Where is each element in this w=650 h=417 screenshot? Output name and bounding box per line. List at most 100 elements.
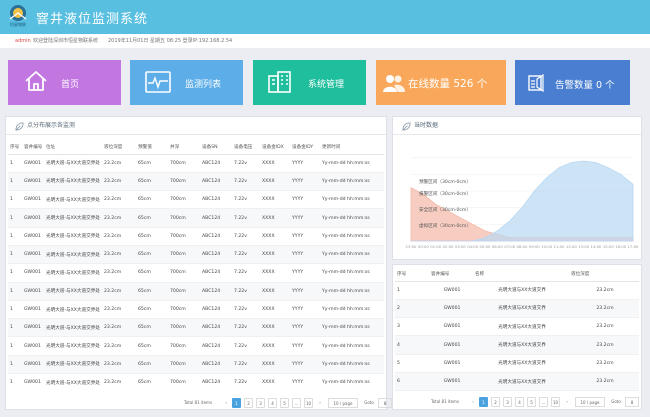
table-row[interactable]: 1 GW001 光明大道-与XX大道交界处 23.2cm 65cm 700cm ABC124… bbox=[8, 190, 384, 210]
tile-alarm-count[interactable]: 告警数量 0 个 bbox=[515, 60, 630, 105]
prev-page-icon[interactable]: ‹ bbox=[469, 397, 477, 407]
column-header: 窨井编号 bbox=[429, 268, 473, 282]
table-cell: 1 bbox=[8, 154, 22, 173]
table-row[interactable]: 1 GW001 光明大道-与XX大道交界处 23.2cm 65cm 700cm ABC124… bbox=[8, 172, 384, 192]
table-cell: ABC124 bbox=[200, 154, 232, 173]
page-button[interactable]: 2 bbox=[244, 398, 253, 408]
table-row[interactable]: 1 GW001 光明大道-与XX大道交界处 23.2cm 65cm 700cm ABC124… bbox=[8, 336, 384, 356]
table-cell: 3 bbox=[395, 317, 429, 337]
table-cell: 23.2cm bbox=[102, 263, 136, 283]
table-cell: ABC124 bbox=[200, 355, 232, 375]
device-table-header: 序号 窨井编号 位址 液位深度 预警值 井深 设备SN 设备电压 设备金IDX 设备金IDY 更新时… bbox=[8, 141, 384, 155]
table-cell: 23.2cm bbox=[102, 208, 136, 228]
x-tick-label: 04:00 bbox=[467, 244, 479, 249]
table-cell: 光明大道与XX大道交界 bbox=[473, 354, 569, 373]
table-cell: XXXX bbox=[260, 373, 290, 391]
table-cell: 65cm bbox=[136, 227, 168, 246]
tile-online-count[interactable]: 在线数量 526 个 bbox=[376, 60, 506, 105]
page-button[interactable]: 1 bbox=[479, 397, 488, 407]
table-cell: 光明大道与XX大道交界 bbox=[473, 317, 569, 337]
per-page-select[interactable]: 10 / page bbox=[575, 397, 605, 407]
next-page-icon[interactable]: › bbox=[316, 398, 324, 408]
page-button[interactable]: 10 bbox=[551, 397, 560, 407]
tile-home[interactable]: 首页 bbox=[8, 60, 121, 105]
prev-page-icon[interactable]: ‹ bbox=[222, 398, 230, 408]
table-cell: 1 bbox=[8, 300, 22, 320]
tile-system-manage[interactable]: 系统管理 bbox=[253, 60, 366, 105]
well-list-panel: 序号 窨井编号 名称 液位深度 1 GW001 光明大道与XX大道交界 23.2cm 2 GW0… bbox=[392, 264, 642, 410]
tile-monitor-list[interactable]: 监测列表 bbox=[130, 60, 243, 105]
table-row[interactable]: 2 GW001 光明大道与XX大道交界 23.2cm bbox=[395, 299, 639, 319]
page-button[interactable]: 1 bbox=[232, 398, 241, 408]
table-row[interactable]: 6 GW001 光明大道与XX大道交界 23.2cm bbox=[395, 372, 639, 392]
liquid-level-chart: 23:00 00:00 01:00 02:00 03:00 04:00 05:00 06:00… bbox=[406, 157, 639, 249]
page-button[interactable]: 4 bbox=[515, 397, 524, 407]
table-cell: 700cm bbox=[168, 208, 200, 228]
table-cell: 65cm bbox=[136, 172, 168, 192]
table-row[interactable]: 1 GW001 光明大道-与XX大道交界处 23.2cm 65cm 700cm ABC124… bbox=[8, 227, 384, 246]
page-button[interactable]: 5 bbox=[280, 398, 289, 408]
table-row[interactable]: 5 GW001 光明大道与XX大道交界 23.2cm bbox=[395, 354, 639, 373]
table-cell: 700cm bbox=[168, 355, 200, 375]
table-cell: 1 bbox=[8, 373, 22, 391]
device-list-header: 点分布展示各监测 bbox=[6, 117, 386, 135]
page-button[interactable]: 10 bbox=[304, 398, 313, 408]
page-button[interactable]: 2 bbox=[491, 397, 500, 407]
realtime-chart-title: 当时数据 bbox=[414, 122, 439, 129]
table-cell: XXXX bbox=[260, 154, 290, 173]
table-cell: 光明大道-与XX大道交界处 bbox=[44, 300, 102, 320]
goto-input[interactable]: 8 bbox=[625, 397, 639, 407]
table-cell: 7.22v bbox=[232, 282, 260, 301]
table-cell: ABC124 bbox=[200, 373, 232, 391]
table-row[interactable]: 1 GW001 光明大道-与XX大道交界处 23.2cm 65cm 700cm ABC124… bbox=[8, 154, 384, 173]
table-cell: GW001 bbox=[22, 172, 44, 192]
x-tick-label: 10:00 bbox=[541, 244, 553, 249]
column-header: 序号 bbox=[395, 268, 429, 282]
next-page-icon[interactable]: › bbox=[563, 397, 571, 407]
table-cell: YYYY bbox=[290, 172, 320, 192]
page-button[interactable]: 3 bbox=[256, 398, 265, 408]
tile-monitor-label: 监测列表 bbox=[185, 80, 222, 90]
table-row[interactable]: 1 GW001 光明大道-与XX大道交界处 23.2cm 65cm 700cm ABC124… bbox=[8, 245, 384, 265]
well-table-wrap: 序号 窨井编号 名称 液位深度 1 GW001 光明大道与XX大道交界 23.2cm 2 GW0… bbox=[395, 268, 639, 393]
table-cell: 65cm bbox=[136, 336, 168, 356]
table-cell: 1 bbox=[8, 355, 22, 375]
table-row[interactable]: 4 GW001 光明大道与XX大道交界 23.2cm bbox=[395, 335, 639, 355]
table-cell: XXXX bbox=[260, 172, 290, 192]
table-row[interactable]: 1 GW001 光明大道-与XX大道交界处 23.2cm 65cm 700cm ABC124… bbox=[8, 300, 384, 320]
table-cell: XXXX bbox=[260, 208, 290, 228]
per-page-select[interactable]: 10 / page bbox=[328, 398, 358, 408]
table-cell: 光明大道-与XX大道交界处 bbox=[44, 154, 102, 173]
table-row[interactable]: 1 GW001 光明大道-与XX大道交界处 23.2cm 65cm 700cm ABC124… bbox=[8, 208, 384, 228]
pagination-total: Total 81 items bbox=[430, 399, 460, 404]
login-datetime: 2019年11月01日 星期五 08:25 登录IP:192.168.2.54 bbox=[108, 38, 233, 44]
table-row[interactable]: 1 GW001 光明大道-与XX大道交界处 23.2cm 65cm 700cm ABC124… bbox=[8, 318, 384, 338]
table-cell: 23.2cm bbox=[569, 335, 639, 355]
well-table-body: 1 GW001 光明大道与XX大道交界 23.2cm 2 GW001 光明大道与XX大道交界… bbox=[395, 281, 639, 393]
column-header: 窨井编号 bbox=[22, 141, 44, 155]
table-cell: 65cm bbox=[136, 208, 168, 228]
goto-input[interactable]: 8 bbox=[378, 398, 392, 408]
table-row[interactable]: 1 GW001 光明大道与XX大道交界 23.2cm bbox=[395, 281, 639, 300]
page-button[interactable]: ... bbox=[292, 398, 301, 408]
table-cell: XXXX bbox=[260, 336, 290, 356]
table-cell: XXXX bbox=[260, 227, 290, 246]
table-cell: 1 bbox=[8, 336, 22, 356]
page-button[interactable]: 4 bbox=[268, 398, 277, 408]
table-cell: XXXX bbox=[260, 300, 290, 320]
page-button[interactable]: ... bbox=[539, 397, 548, 407]
device-table-body: 1 GW001 光明大道-与XX大道交界处 23.2cm 65cm 700cm ABC124… bbox=[8, 154, 384, 391]
page-button[interactable]: 3 bbox=[503, 397, 512, 407]
username-link[interactable]: admin bbox=[15, 34, 31, 48]
page-button[interactable]: 5 bbox=[527, 397, 536, 407]
table-cell: 23.2cm bbox=[569, 390, 639, 393]
table-cell: 7.22v bbox=[232, 336, 260, 356]
table-row[interactable]: 1 GW001 光明大道-与XX大道交界处 23.2cm 65cm 700cm ABC124… bbox=[8, 263, 384, 283]
table-cell: GW001 bbox=[22, 282, 44, 301]
table-row[interactable]: 1 GW001 光明大道-与XX大道交界处 23.2cm 65cm 700cm ABC124… bbox=[8, 373, 384, 391]
table-row[interactable]: 1 GW001 光明大道-与XX大道交界处 23.2cm 65cm 700cm ABC124… bbox=[8, 355, 384, 375]
column-header: 名称 bbox=[473, 268, 569, 282]
table-row[interactable]: 1 GW001 光明大道-与XX大道交界处 23.2cm 65cm 700cm ABC124… bbox=[8, 282, 384, 301]
table-row[interactable]: 3 GW001 光明大道与XX大道交界 23.2cm bbox=[395, 317, 639, 337]
table-row[interactable]: 7GW001光明大道与XX大道交界23.2cm bbox=[395, 390, 639, 393]
